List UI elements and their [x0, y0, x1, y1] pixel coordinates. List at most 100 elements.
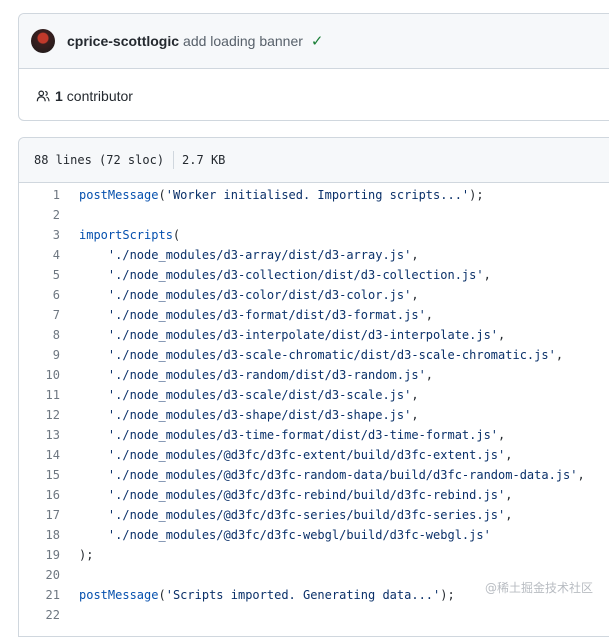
line-number[interactable]: 16	[19, 485, 60, 505]
line-number[interactable]: 20	[19, 565, 60, 585]
code-punctuation: ,	[411, 248, 419, 262]
code-string: './node_modules/@d3fc/d3fc-extent/build/…	[107, 448, 506, 462]
code-string: './node_modules/d3-interpolate/dist/d3-i…	[107, 328, 499, 342]
code-line: 1 postMessage('Worker initialised. Import…	[19, 185, 609, 205]
code-line: 15 './node_modules/@d3fc/d3fc-random-dat…	[19, 465, 609, 485]
code-punctuation	[79, 468, 108, 482]
code-function: postMessage	[79, 588, 159, 602]
code-string: './node_modules/d3-array/dist/d3-array.j…	[107, 248, 412, 262]
line-code: './node_modules/d3-random/dist/d3-random…	[60, 365, 433, 385]
line-number[interactable]: 22	[19, 605, 60, 625]
code-punctuation: ,	[411, 388, 419, 402]
line-number[interactable]: 17	[19, 505, 60, 525]
code-string: './node_modules/d3-color/dist/d3-color.j…	[107, 288, 412, 302]
code-punctuation: ,	[425, 308, 434, 322]
code-punctuation: ,	[483, 268, 491, 282]
code-line: 8 './node_modules/d3-interpolate/dist/d3…	[19, 325, 609, 345]
code-punctuation	[79, 268, 108, 282]
code-punctuation: ,	[505, 488, 513, 502]
line-code: './node_modules/d3-time-format/dist/d3-t…	[60, 425, 505, 445]
code-listing: 1 postMessage('Worker initialised. Import…	[19, 183, 609, 625]
code-string: './node_modules/d3-scale-chromatic/dist/…	[107, 348, 556, 362]
code-punctuation: ,	[505, 448, 513, 462]
code-line: 10 './node_modules/d3-random/dist/d3-ran…	[19, 365, 609, 385]
code-punctuation	[79, 328, 108, 342]
code-punctuation: ,	[505, 508, 513, 522]
code-punctuation: ,	[411, 408, 419, 422]
file-info-header: 88 lines (72 sloc) 2.7 KB	[19, 138, 609, 183]
contributor-count: 1	[55, 87, 63, 104]
code-string: './node_modules/@d3fc/d3fc-rebind/build/…	[107, 488, 506, 502]
code-punctuation	[79, 508, 108, 522]
code-punctuation: (	[158, 188, 166, 202]
code-punctuation: );	[79, 548, 94, 562]
code-line: 2	[19, 205, 609, 225]
line-number[interactable]: 11	[19, 385, 60, 405]
author-avatar[interactable]	[31, 29, 55, 53]
code-punctuation	[79, 528, 108, 542]
commit-author-link[interactable]: cprice-scottlogic	[67, 33, 179, 49]
line-number[interactable]: 10	[19, 365, 60, 385]
line-code: './node_modules/d3-scale-chromatic/dist/…	[60, 345, 563, 365]
code-line: 22	[19, 605, 609, 625]
code-punctuation: ,	[577, 468, 585, 482]
code-line: 9 './node_modules/d3-scale-chromatic/dis…	[19, 345, 609, 365]
line-number[interactable]: 3	[19, 225, 60, 245]
line-number[interactable]: 5	[19, 265, 60, 285]
code-punctuation: (	[172, 228, 181, 242]
line-number[interactable]: 12	[19, 405, 60, 425]
code-punctuation: ,	[498, 328, 506, 342]
line-code: postMessage('Worker initialised. Importi…	[60, 185, 484, 205]
line-code: postMessage('Scripts imported. Generatin…	[60, 585, 455, 605]
line-number[interactable]: 4	[19, 245, 60, 265]
code-line: 14 './node_modules/@d3fc/d3fc-extent/bui…	[19, 445, 609, 465]
code-punctuation: ,	[498, 428, 506, 442]
code-line: 16 './node_modules/@d3fc/d3fc-rebind/bui…	[19, 485, 609, 505]
code-punctuation: ,	[425, 368, 434, 382]
code-string: 'Scripts imported. Generating data...'	[165, 588, 441, 602]
line-code: './node_modules/@d3fc/d3fc-series/build/…	[60, 505, 513, 525]
commit-message-link[interactable]: add loading banner	[183, 33, 303, 49]
line-number[interactable]: 1	[19, 185, 60, 205]
latest-commit-bar: cprice-scottlogic add loading banner ✓	[19, 14, 609, 69]
line-number[interactable]: 18	[19, 525, 60, 545]
line-number[interactable]: 21	[19, 585, 60, 605]
code-string: 'Worker initialised. Importing scripts..…	[165, 188, 470, 202]
code-string: './node_modules/d3-shape/dist/d3-shape.j…	[107, 408, 412, 422]
code-punctuation	[79, 388, 108, 402]
code-punctuation	[79, 288, 108, 302]
line-number[interactable]: 15	[19, 465, 60, 485]
code-punctuation: (	[158, 588, 166, 602]
line-number[interactable]: 2	[19, 205, 60, 225]
line-code: './node_modules/d3-shape/dist/d3-shape.j…	[60, 405, 419, 425]
commit-summary-box: cprice-scottlogic add loading banner ✓ 1…	[18, 13, 609, 121]
line-number[interactable]: 7	[19, 305, 60, 325]
line-code: './node_modules/@d3fc/d3fc-extent/build/…	[60, 445, 513, 465]
code-line: 6 './node_modules/d3-color/dist/d3-color…	[19, 285, 609, 305]
line-number[interactable]: 13	[19, 425, 60, 445]
code-string: './node_modules/d3-time-format/dist/d3-t…	[107, 428, 499, 442]
line-code: './node_modules/d3-color/dist/d3-color.j…	[60, 285, 419, 305]
code-line: 17 './node_modules/@d3fc/d3fc-series/bui…	[19, 505, 609, 525]
line-number[interactable]: 9	[19, 345, 60, 365]
code-punctuation	[79, 428, 108, 442]
line-number[interactable]: 8	[19, 325, 60, 345]
code-punctuation: ,	[555, 348, 564, 362]
line-number[interactable]: 19	[19, 545, 60, 565]
code-line: 4 './node_modules/d3-array/dist/d3-array…	[19, 245, 609, 265]
code-string: './node_modules/d3-format/dist/d3-format…	[107, 308, 426, 322]
line-code: './node_modules/@d3fc/d3fc-webgl/build/d…	[60, 525, 491, 545]
check-icon[interactable]: ✓	[311, 32, 324, 50]
line-code: './node_modules/d3-scale/dist/d3-scale.j…	[60, 385, 419, 405]
code-punctuation	[79, 348, 108, 362]
line-number[interactable]: 14	[19, 445, 60, 465]
code-punctuation	[79, 408, 108, 422]
line-code: './node_modules/@d3fc/d3fc-random-data/b…	[60, 465, 585, 485]
line-code: './node_modules/d3-format/dist/d3-format…	[60, 305, 433, 325]
line-number[interactable]: 6	[19, 285, 60, 305]
code-line: 13 './node_modules/d3-time-format/dist/d…	[19, 425, 609, 445]
code-function: postMessage	[79, 188, 159, 202]
contributors-row[interactable]: 1 contributor	[19, 69, 609, 122]
